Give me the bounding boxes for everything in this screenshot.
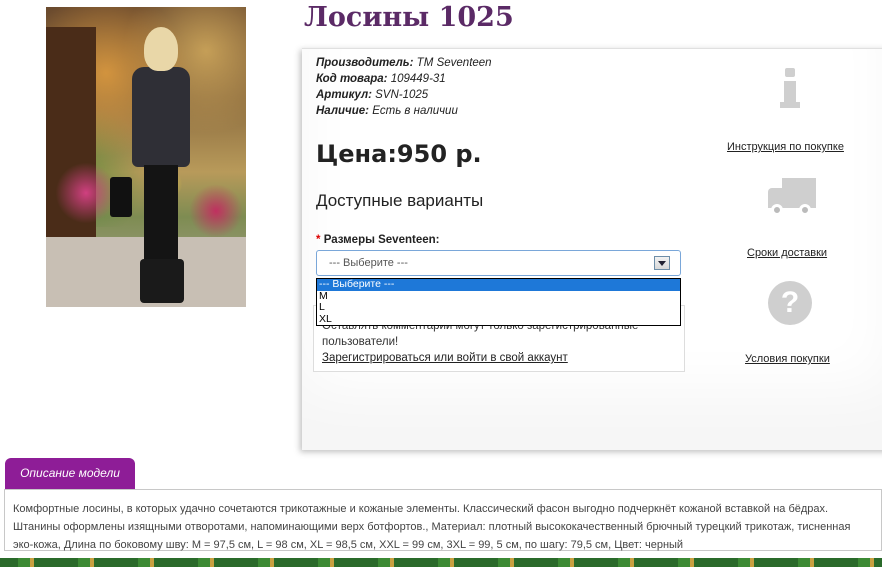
size-option[interactable]: XL <box>317 313 680 326</box>
meta-value: ТМ Seventeen <box>416 57 492 69</box>
size-label-text: Размеры Seventeen: <box>323 234 440 246</box>
meta-label: Наличие: <box>316 105 369 117</box>
photo-bag <box>110 177 132 217</box>
size-option[interactable]: --- Выберите --- <box>317 278 680 291</box>
size-dropdown-list[interactable]: --- Выберите --- M L XL <box>316 278 681 326</box>
meta-label: Код товара: <box>316 73 388 85</box>
photo-model <box>110 27 194 307</box>
decorative-garland <box>0 558 882 567</box>
truck-icon-wheel <box>771 204 783 216</box>
product-meta: Производитель: ТМ Seventeen Код товара: … <box>316 55 492 119</box>
description-text: Комфортные лосины, в которых удачно соче… <box>4 489 882 551</box>
info-icon-bar <box>784 81 796 104</box>
variants-heading: Доступные варианты <box>316 191 484 210</box>
delivery-link[interactable]: Сроки доставки <box>747 247 827 259</box>
meta-availability: Наличие: Есть в наличии <box>316 103 492 119</box>
instructions-link[interactable]: Инструкция по покупке <box>727 141 844 153</box>
page-title: Лосины 1025 <box>304 2 514 33</box>
required-mark: * <box>316 234 321 246</box>
info-icon <box>778 68 802 110</box>
meta-label: Производитель: <box>316 57 414 69</box>
product-photo[interactable] <box>46 7 246 307</box>
login-link[interactable]: Зарегистрироваться или войти в свой акка… <box>322 352 568 364</box>
size-select-value: --- Выберите --- <box>329 257 408 269</box>
meta-product-code: Код товара: 109449-31 <box>316 71 492 87</box>
truck-icon-wheel <box>799 204 811 216</box>
photo-leggings <box>144 165 178 265</box>
terms-link[interactable]: Условия покупки <box>745 353 830 365</box>
meta-article: Артикул: SVN-1025 <box>316 87 492 103</box>
meta-value: SVN-1025 <box>375 89 429 101</box>
truck-icon-box <box>782 178 816 208</box>
photo-boots <box>140 259 184 303</box>
meta-manufacturer: Производитель: ТМ Seventeen <box>316 55 492 71</box>
info-icon-base <box>780 102 800 108</box>
tab-description[interactable]: Описание модели <box>5 458 135 489</box>
price: Цена:950 р. <box>316 140 482 168</box>
chevron-down-icon[interactable] <box>654 256 670 270</box>
size-option[interactable]: M <box>317 290 680 303</box>
size-label: * Размеры Seventeen: <box>316 234 439 246</box>
info-icon-dot <box>785 68 795 77</box>
truck-icon <box>766 176 818 218</box>
meta-label: Артикул: <box>316 89 372 101</box>
size-option[interactable]: L <box>317 301 680 314</box>
photo-hair <box>144 27 178 71</box>
photo-jacket <box>132 67 190 167</box>
size-select[interactable]: --- Выберите --- <box>316 250 681 276</box>
meta-value: Есть в наличии <box>372 105 458 117</box>
notice-text-line2: пользователи! <box>322 336 399 348</box>
question-icon: ? <box>768 281 812 325</box>
meta-value: 109449-31 <box>390 73 446 85</box>
